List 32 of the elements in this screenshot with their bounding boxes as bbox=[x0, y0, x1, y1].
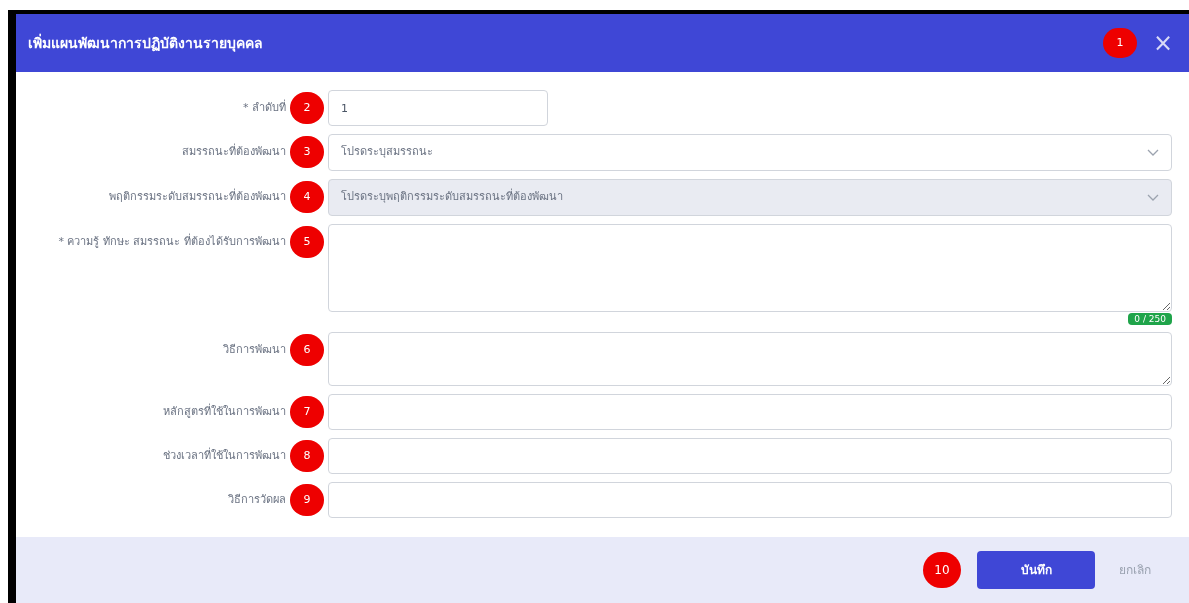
field-label: * ลำดับที่ bbox=[242, 98, 286, 116]
step-marker: 1 bbox=[1102, 28, 1137, 58]
step-marker: 7 bbox=[290, 396, 324, 428]
dropdown-field[interactable]: โปรดระบุสมรรถนะ bbox=[328, 134, 1172, 171]
chevron-down-icon bbox=[1147, 193, 1159, 202]
field-label: วิธีการพัฒนา bbox=[222, 342, 286, 358]
step-marker: 10 bbox=[923, 552, 961, 588]
close-button[interactable]: × bbox=[1148, 31, 1177, 55]
field-label: สมรรถนะที่ต้องพัฒนา bbox=[181, 142, 286, 160]
dialog-title: เพิ่มแผนพัฒนาการปฏิบัติงานรายบุคคล bbox=[28, 32, 264, 54]
step-marker: 8 bbox=[290, 440, 324, 472]
field-label: วิธีการวัดผล bbox=[227, 492, 286, 508]
step-marker: 5 bbox=[290, 226, 324, 258]
step-marker: 9 bbox=[290, 484, 324, 516]
field-label: * ความรู้ ทักษะ สมรรถนะ ที่ต้องได้รับการพัฒนา bbox=[57, 232, 286, 250]
input-field[interactable]: 1 bbox=[328, 90, 548, 126]
field-label: ช่วงเวลาที่ใช้ในการพัฒนา bbox=[162, 446, 286, 464]
step-marker: 6 bbox=[290, 334, 324, 366]
save-button[interactable]: บันทึก bbox=[977, 551, 1095, 589]
step-marker: 3 bbox=[290, 136, 324, 168]
chevron-down-icon bbox=[1147, 148, 1159, 157]
input-field[interactable] bbox=[328, 394, 1172, 430]
step-marker: 2 bbox=[290, 92, 324, 124]
text-area[interactable] bbox=[328, 224, 1172, 312]
field-label: หลักสูตรที่ใช้ในการพัฒนา bbox=[162, 402, 286, 420]
input-field[interactable] bbox=[328, 438, 1172, 474]
step-marker: 4 bbox=[290, 181, 324, 213]
character-counter: 0 / 250 bbox=[1128, 313, 1172, 325]
field-label: พฤติกรรมระดับสมรรถนะที่ต้องพัฒนา bbox=[108, 187, 286, 205]
dropdown-field: โปรดระบุพฤติกรรมระดับสมรรถนะที่ต้องพัฒนา bbox=[328, 179, 1172, 216]
text-area[interactable] bbox=[328, 332, 1172, 386]
input-field[interactable] bbox=[328, 482, 1172, 518]
